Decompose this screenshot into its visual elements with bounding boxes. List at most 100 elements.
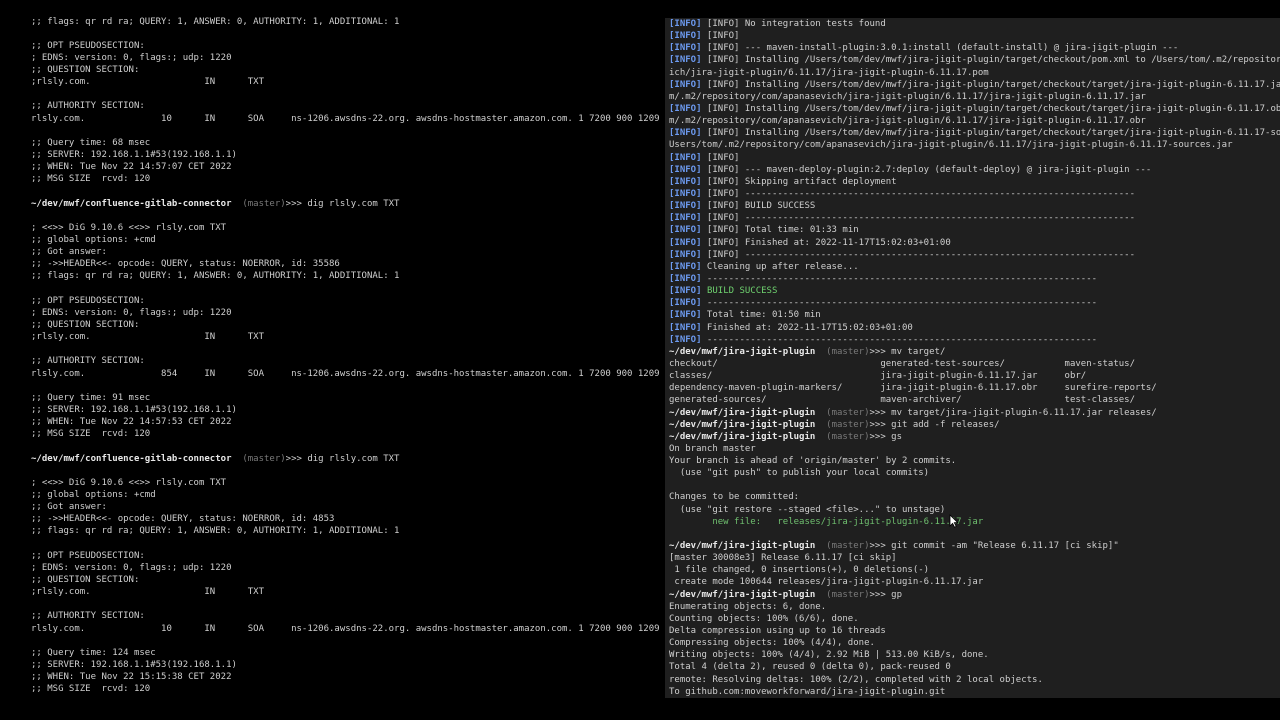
terminal-line: ;; WHEN: Tue Nov 22 14:57:53 CET 2022 bbox=[31, 416, 660, 428]
terminal-line: To github.com:moveworkforward/jira-jigit… bbox=[669, 686, 1280, 698]
terminal-line: ;; ->>HEADER<<- opcode: QUERY, status: N… bbox=[31, 513, 660, 525]
line-text: ;rlsly.com. IN TXT bbox=[31, 587, 264, 598]
line-text: ;; ->>HEADER<<- opcode: QUERY, status: N… bbox=[31, 514, 335, 525]
line-text: >>> gs bbox=[869, 431, 903, 442]
terminal-line: Enumerating objects: 6, done. bbox=[669, 601, 1280, 613]
terminal-line: ; EDNS: version: 0, flags:; udp: 1220 bbox=[31, 562, 660, 574]
terminal-line: ;; QUESTION SECTION: bbox=[31, 64, 660, 76]
terminal-line: On branch master bbox=[669, 443, 1280, 455]
terminal-line: [INFO] [INFO] Finished at: 2022-11-17T15… bbox=[669, 237, 1280, 249]
info-tag: [INFO] bbox=[669, 128, 702, 139]
info-tag: [INFO] bbox=[669, 237, 702, 248]
terminal-line: [INFO] [INFO] --------------------------… bbox=[669, 212, 1280, 224]
line-text: ;; QUESTION SECTION: bbox=[31, 574, 140, 585]
line-text: ;; MSG SIZE rcvd: 120 bbox=[31, 684, 151, 695]
line-text: [INFO] --- maven-install-plugin:3.0.1:in… bbox=[701, 43, 1179, 54]
terminal-line: ~/dev/mwf/jira-jigit-plugin (master)>>> … bbox=[669, 589, 1280, 601]
info-tag: [INFO] bbox=[669, 322, 702, 333]
terminal-line: ;rlsly.com. IN TXT bbox=[31, 76, 660, 88]
terminal-line: ;; OPT PSEUDOSECTION: bbox=[31, 550, 660, 562]
prompt-path: ~/dev/mwf/jira-jigit-plugin bbox=[669, 541, 816, 552]
terminal-line: ;; MSG SIZE rcvd: 120 bbox=[31, 683, 660, 695]
line-text: ich/jira-jigit-plugin/6.11.17/jira-jigit… bbox=[669, 67, 989, 78]
line-text: ;; MSG SIZE rcvd: 120 bbox=[31, 429, 151, 440]
terminal-line: ;; Got answer: bbox=[31, 246, 660, 258]
info-tag: [INFO] bbox=[669, 152, 702, 163]
right-terminal-pane[interactable]: [INFO] [INFO] No integration tests found… bbox=[665, 18, 1280, 698]
line-text: [INFO] ---------------------------------… bbox=[701, 249, 1135, 260]
terminal-line: (use "git restore --staged <file>..." to… bbox=[669, 504, 1280, 516]
terminal-line: Writing objects: 100% (4/4), 2.92 MiB | … bbox=[669, 649, 1280, 661]
line-text: [INFO] No integration tests found bbox=[701, 19, 886, 29]
line-text: [INFO] BUILD SUCCESS bbox=[701, 201, 816, 212]
line-text: [INFO] Installing /Users/tom/dev/mwf/jir… bbox=[706, 79, 1280, 90]
terminal-line: ~/dev/mwf/jira-jigit-plugin (master)>>> … bbox=[669, 407, 1280, 419]
left-terminal-pane[interactable]: ;; flags: qr rd ra; QUERY: 1, ANSWER: 0,… bbox=[0, 0, 660, 720]
terminal-line: ~/dev/mwf/confluence-gitlab-connector (m… bbox=[31, 198, 660, 210]
terminal-line: ~/dev/mwf/jira-jigit-plugin (master)>>> … bbox=[669, 346, 1280, 358]
line-text: [INFO] Finished at: 2022-11-17T15:02:03+… bbox=[701, 237, 951, 248]
terminal-line: [INFO] [INFO] Installing /Users/tom/dev/… bbox=[669, 54, 1280, 66]
info-tag: [INFO] bbox=[669, 31, 702, 42]
prompt-path: ~/dev/mwf/confluence-gitlab-connector bbox=[31, 453, 232, 464]
terminal-line: ;rlsly.com. IN TXT bbox=[31, 586, 660, 598]
terminal-line: ; <<>> DiG 9.10.6 <<>> rlsly.com TXT bbox=[31, 477, 660, 489]
line-text: ----------------------------------------… bbox=[701, 298, 1098, 309]
line-text: ;; Query time: 68 msec bbox=[31, 137, 151, 148]
line-text: To github.com:moveworkforward/jira-jigit… bbox=[669, 686, 946, 697]
terminal-line: ;; Got answer: bbox=[31, 501, 660, 513]
info-tag: [INFO] bbox=[669, 55, 702, 66]
line-text: [INFO] Installing /Users/tom/dev/mwf/jir… bbox=[706, 55, 1280, 66]
line-text: >>> git commit -am "Release 6.11.17 [ci … bbox=[869, 541, 1119, 552]
info-tag: [INFO] bbox=[669, 103, 702, 114]
line-text: Enumerating objects: 6, done. bbox=[669, 601, 827, 612]
line-text: classes/ jira-jigit-plugin-6.11.17.jar o… bbox=[669, 371, 1087, 382]
terminal-line: ;rlsly.com. IN TXT bbox=[31, 331, 660, 343]
terminal-line: ;; Query time: 91 msec bbox=[31, 392, 660, 404]
terminal-line: [INFO] [INFO] Skipping artifact deployme… bbox=[669, 176, 1280, 188]
terminal-line: [INFO] ---------------------------------… bbox=[669, 297, 1280, 309]
terminal-line: ;; global options: +cmd bbox=[31, 234, 660, 246]
info-tag: [INFO] bbox=[669, 164, 702, 175]
line-text: ;; OPT PSEUDOSECTION: bbox=[31, 550, 145, 561]
terminal-line: Users/tom/.m2/repository/com/apanasevich… bbox=[669, 139, 1280, 151]
terminal-line: Total 4 (delta 2), reused 0 (delta 0), p… bbox=[669, 661, 1280, 673]
terminal-line: dependency-maven-plugin-markers/ jira-ji… bbox=[669, 382, 1280, 394]
terminal-line: ; EDNS: version: 0, flags:; udp: 1220 bbox=[31, 307, 660, 319]
terminal-line: [INFO] [INFO] bbox=[669, 152, 1280, 164]
terminal-line: [INFO] ---------------------------------… bbox=[669, 273, 1280, 285]
terminal-line: ;; flags: qr rd ra; QUERY: 1, ANSWER: 0,… bbox=[31, 525, 660, 537]
terminal-line: ich/jira-jigit-plugin/6.11.17/jira-jigit… bbox=[669, 67, 1280, 79]
line-text: ;; flags: qr rd ra; QUERY: 1, ANSWER: 0,… bbox=[31, 271, 400, 282]
prompt-path: ~/dev/mwf/jira-jigit-plugin bbox=[669, 431, 816, 442]
terminal-line: checkout/ generated-test-sources/ maven-… bbox=[669, 358, 1280, 370]
terminal-line: ;; global options: +cmd bbox=[31, 489, 660, 501]
prompt-branch: (master) bbox=[815, 407, 870, 418]
line-text: ;; global options: +cmd bbox=[31, 235, 156, 246]
terminal-line: ;; WHEN: Tue Nov 22 14:57:07 CET 2022 bbox=[31, 161, 660, 173]
terminal-line: [INFO] [INFO] Installing /Users/tom/dev/… bbox=[669, 79, 1280, 91]
terminal-line: rlsly.com. 854 IN SOA ns-1206.awsdns-22.… bbox=[31, 368, 660, 380]
line-text: Writing objects: 100% (4/4), 2.92 MiB | … bbox=[669, 650, 989, 661]
line-text: ;rlsly.com. IN TXT bbox=[31, 77, 264, 88]
line-text: ; EDNS: version: 0, flags:; udp: 1220 bbox=[31, 307, 232, 318]
info-tag: [INFO] bbox=[669, 213, 702, 224]
line-text: [INFO] ---------------------------------… bbox=[701, 188, 1135, 199]
terminal-line: [INFO] [INFO] bbox=[669, 30, 1280, 42]
terminal-line: Delta compression using up to 16 threads bbox=[669, 625, 1280, 637]
prompt-branch: (master) bbox=[231, 198, 286, 209]
line-text: ; <<>> DiG 9.10.6 <<>> rlsly.com TXT bbox=[31, 477, 227, 488]
line-text: ;; Got answer: bbox=[31, 247, 107, 258]
line-text: ;; global options: +cmd bbox=[31, 489, 156, 500]
prompt-branch: (master) bbox=[815, 431, 870, 442]
line-text: 1 file changed, 0 insertions(+), 0 delet… bbox=[669, 565, 930, 576]
line-text: rlsly.com. 10 IN SOA ns-1206.awsdns-22.o… bbox=[31, 623, 660, 634]
terminal-line: ;; SERVER: 192.168.1.1#53(192.168.1.1) bbox=[31, 404, 660, 416]
line-text: ;; WHEN: Tue Nov 22 14:57:53 CET 2022 bbox=[31, 417, 232, 428]
line-text: >>> mv target/ bbox=[869, 346, 946, 357]
